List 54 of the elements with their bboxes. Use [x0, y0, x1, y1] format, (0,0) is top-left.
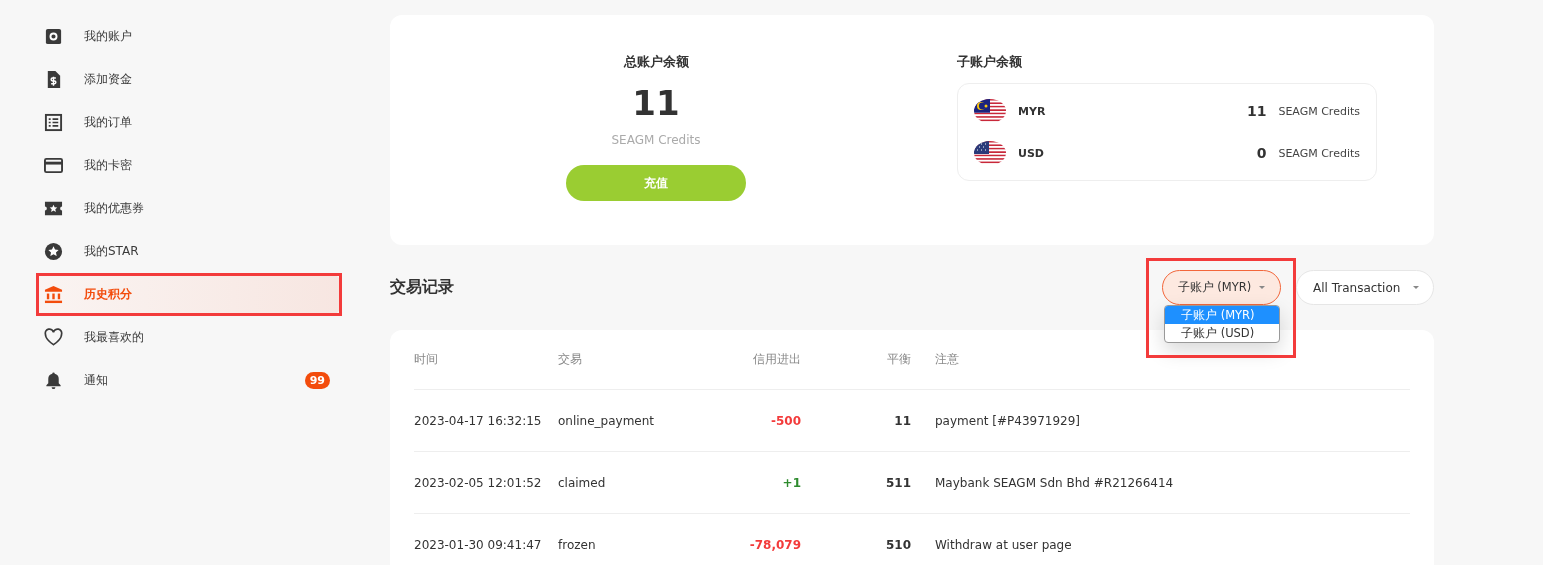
table-cell-text: Withdraw at user page [934, 537, 1073, 552]
flag-icon [974, 141, 1006, 165]
flag-icon [974, 99, 1006, 123]
sidebar-item[interactable]: 通知 99 [36, 359, 342, 402]
table-cell-text: payment [#P43971929] [934, 413, 1081, 428]
balance-unit: SEAGM Credits [611, 133, 701, 147]
balance-amount: 11 [632, 83, 680, 123]
sidebar-item[interactable]: 我的优惠券 [36, 187, 342, 230]
heart-icon [44, 328, 63, 347]
transaction-type-dropdown[interactable]: All Transaction [1296, 270, 1434, 305]
sidebar-item[interactable]: 我的账户 [36, 15, 342, 58]
gear-icon [44, 27, 63, 46]
caret-icon [1259, 286, 1266, 289]
sidebar-item[interactable]: 我的STAR [36, 230, 342, 273]
sub-balance-amount: 0 [1256, 145, 1267, 161]
sub-balance-unit: SEAGM Credits [1278, 104, 1360, 118]
table-cell-text: -78,079 [748, 537, 801, 552]
list-icon [44, 113, 63, 132]
dropdown-option[interactable]: 子账户 (USD) [1165, 324, 1279, 342]
table-cell-text: 2023-02-05 12:01:52 [414, 475, 543, 490]
sidebar-item[interactable]: 我的订单 [36, 101, 342, 144]
column-header: 信用进出 [752, 351, 801, 368]
ticket-icon [44, 199, 63, 218]
column-header: 注意 [934, 351, 960, 368]
sidebar-item[interactable]: 我的卡密 [36, 144, 342, 187]
table-cell-text: +1 [781, 475, 801, 490]
table-cell-text: 510 [884, 537, 911, 552]
credit-card-icon [44, 156, 63, 175]
table-cell-text: Maybank SEAGM Sdn Bhd #R21266414 [934, 475, 1175, 490]
table-cell-text: 511 [884, 475, 911, 490]
currency-code: MYR [1018, 104, 1047, 118]
sub-balance-unit: SEAGM Credits [1278, 146, 1360, 160]
bell-icon [44, 371, 63, 390]
sidebar-item[interactable]: 我最喜欢的 [36, 316, 342, 359]
section-title: 交易记录 [390, 277, 455, 298]
column-header: 交易 [558, 351, 583, 368]
caret-icon [1413, 286, 1419, 289]
currency-code: USD [1018, 146, 1045, 160]
sub-balance-amount: 11 [1246, 103, 1267, 119]
account-dropdown[interactable]: 子账户 (MYR) [1162, 270, 1281, 305]
table-cell-text: claimed [558, 475, 607, 490]
balance-title: 总账户余额 [623, 53, 689, 71]
table-cell-text: 2023-04-17 16:32:15 [414, 413, 543, 428]
table-cell-text: 2023-01-30 09:41:47 [414, 537, 543, 552]
column-header: 时间 [414, 351, 439, 368]
sub-balance-title: 子账户余额 [957, 53, 1023, 71]
table-cell-text: -500 [769, 413, 801, 428]
bank-icon [44, 285, 63, 304]
table-cell-text: frozen [558, 537, 597, 552]
sidebar-item[interactable]: 添加资金 [36, 58, 342, 101]
count-badge: 99 [304, 372, 330, 389]
table-cell-text: online_payment [558, 413, 656, 428]
column-header: 平衡 [886, 351, 911, 368]
table-cell-text: 11 [893, 413, 911, 428]
